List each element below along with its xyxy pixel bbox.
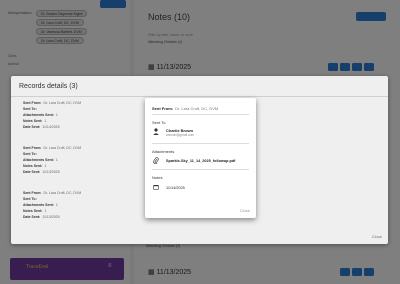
sent-from-label: Sent From: bbox=[23, 191, 42, 195]
notes-value: 1 bbox=[44, 209, 47, 213]
records-close-button[interactable]: Close bbox=[372, 234, 382, 239]
recipient-email: cbrown@gmail.com bbox=[166, 133, 195, 137]
attachments-label: Attachments bbox=[152, 149, 175, 154]
attachment-file-link[interactable]: Sparkle-Sky_11_14_2025_followup.pdf bbox=[166, 159, 235, 163]
calendar-icon bbox=[153, 184, 159, 192]
notes-label: Notes Sent: bbox=[23, 119, 43, 123]
sent-from-value: Dr. Lara Croft, DC, DVM bbox=[175, 106, 219, 111]
mouse-cursor bbox=[212, 154, 216, 159]
attachments-value: 1 bbox=[55, 203, 58, 207]
attachments-value: 1 bbox=[55, 113, 58, 117]
paperclip-icon bbox=[153, 157, 159, 166]
notes-value: 1 bbox=[44, 119, 47, 123]
date-label: Date Sent: bbox=[23, 170, 41, 174]
divider bbox=[152, 114, 249, 115]
modal-sent-from: Sent From: Dr. Lara Croft, DC, DVM bbox=[152, 106, 218, 111]
sent-to-label: Sent To bbox=[152, 120, 166, 125]
attachments-value: 1 bbox=[55, 158, 58, 162]
sent-to-label: Sent To: bbox=[23, 152, 37, 156]
attachments-label: Attachments Sent: bbox=[23, 158, 54, 162]
records-title: Records details (3) bbox=[19, 83, 78, 90]
note-date[interactable]: 11/14/2025 bbox=[166, 186, 185, 190]
sent-from-value: Dr. Lara Croft, DC, DVM bbox=[43, 101, 82, 105]
attachments-label: Attachments Sent: bbox=[23, 203, 54, 207]
sent-to-label: Sent To: bbox=[23, 197, 37, 201]
divider bbox=[152, 169, 249, 170]
sent-from-value: Dr. Lara Croft, DC, DVM bbox=[43, 191, 82, 195]
date-value: 11/14/2025 bbox=[42, 125, 60, 129]
notes-label: Notes Sent: bbox=[23, 209, 43, 213]
divider bbox=[11, 96, 388, 97]
sent-from-value: Dr. Lara Croft, DC, DVM bbox=[43, 146, 82, 150]
sent-from-label: Sent From: bbox=[23, 146, 42, 150]
record-item[interactable]: Sent From: Dr. Lara Croft, DC, DVM Sent T… bbox=[23, 190, 81, 220]
notes-value: 1 bbox=[44, 164, 47, 168]
date-value: 11/13/2025 bbox=[42, 170, 60, 174]
record-item[interactable]: Sent From: Dr. Lara Croft, DC, DVM Sent T… bbox=[23, 100, 81, 130]
date-value: 11/13/2025 bbox=[42, 215, 60, 219]
record-detail-modal: Sent From: Dr. Lara Croft, DC, DVM Sent T… bbox=[145, 98, 256, 218]
divider bbox=[152, 143, 249, 144]
sent-to-label: Sent To: bbox=[23, 107, 37, 111]
modal-close-button[interactable]: Close bbox=[240, 208, 250, 213]
notes-label: Notes Sent: bbox=[23, 164, 43, 168]
person-icon bbox=[153, 128, 159, 137]
record-item[interactable]: Sent From: Dr. Lara Croft, DC, DVM Sent T… bbox=[23, 145, 81, 175]
sent-from-label: Sent From: bbox=[152, 106, 174, 111]
date-label: Date Sent: bbox=[23, 125, 41, 129]
sent-from-label: Sent From: bbox=[23, 101, 42, 105]
attachments-label: Attachments Sent: bbox=[23, 113, 54, 117]
notes-label: Notes bbox=[152, 175, 163, 180]
date-label: Date Sent: bbox=[23, 215, 41, 219]
